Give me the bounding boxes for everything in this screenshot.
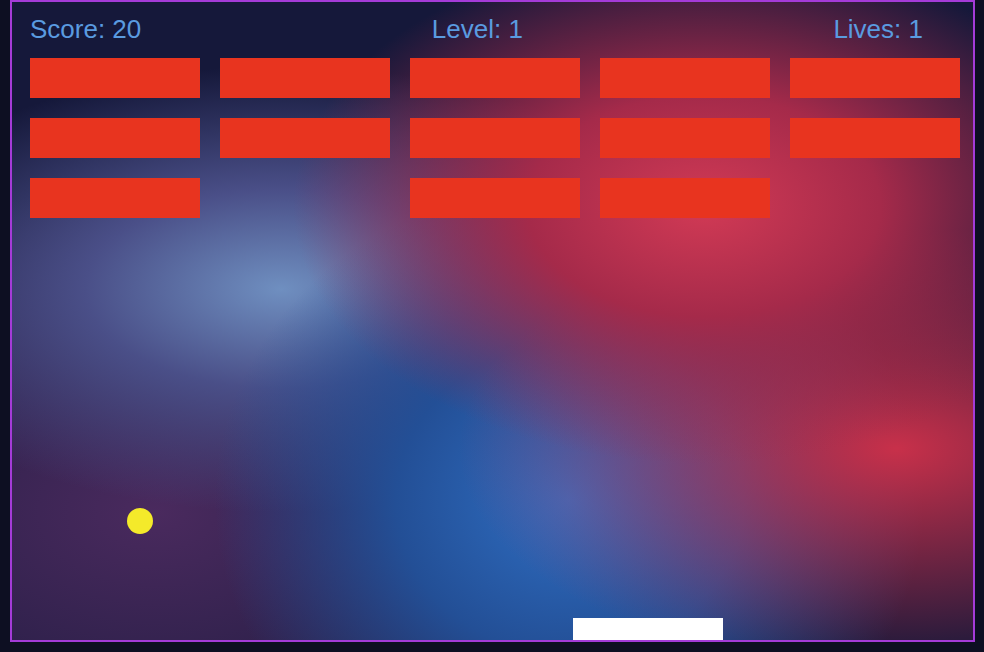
game-canvas[interactable]: Score: 20 Level: 1 Lives: 1 [10,0,975,642]
game-screen: Score: 20 Level: 1 Lives: 1 [0,0,984,652]
brick [30,118,200,158]
brick [790,118,960,158]
brick-grid [30,58,973,218]
brick [790,178,960,218]
brick [410,178,580,218]
brick [410,118,580,158]
ball [127,508,153,534]
brick [790,58,960,98]
lives-label: Lives: 1 [833,14,923,44]
level-label: Level: 1 [432,14,523,44]
brick [30,178,200,218]
score-label: Score: 20 [30,14,141,44]
brick [220,58,390,98]
paddle[interactable] [573,618,723,640]
brick [220,178,390,218]
brick [600,178,770,218]
hud: Score: 20 Level: 1 Lives: 1 [12,2,973,48]
brick [600,118,770,158]
brick [30,58,200,98]
brick [600,58,770,98]
brick [410,58,580,98]
brick [220,118,390,158]
